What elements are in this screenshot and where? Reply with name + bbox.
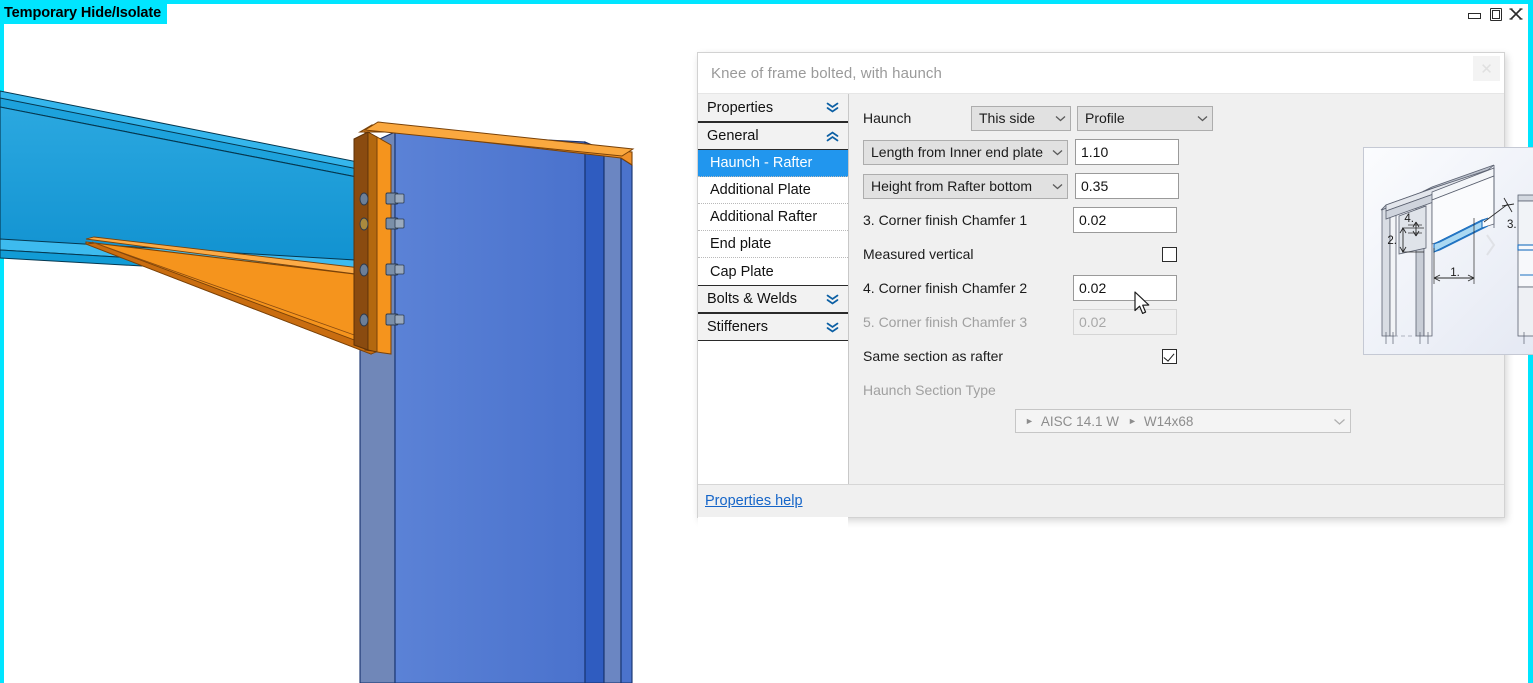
same-section-checkbox[interactable] [1162, 348, 1177, 364]
nav-item-end-plate[interactable]: End plate [698, 231, 848, 258]
haunch-side-value: This side [979, 110, 1036, 126]
isolate-border-top [0, 0, 1533, 4]
chamfer-2-label: 4. Corner finish Chamfer 2 [863, 280, 1028, 296]
nav-item-cap-plate[interactable]: Cap Plate [698, 258, 848, 285]
nav-item-label: Haunch - Rafter [710, 155, 813, 171]
measured-vertical-label: Measured vertical [863, 246, 974, 262]
chamfer-1-input[interactable]: 0.02 [1073, 207, 1177, 233]
row-haunch: Haunch This side Profile [849, 103, 1504, 133]
chamfer-3-label: 5. Corner finish Chamfer 3 [863, 314, 1028, 330]
nav-item-label: End plate [710, 236, 772, 252]
chamfer-2-value: 0.02 [1079, 280, 1107, 296]
callout-1: 1. [1450, 267, 1460, 279]
nav-group-properties-label: Properties [707, 99, 774, 116]
height-value-input[interactable]: 0.35 [1075, 173, 1179, 199]
nav-group-general[interactable]: General [698, 122, 848, 150]
section-catalog-value: AISC 14.1 W [1040, 413, 1119, 429]
properties-nav-tree: Properties General Haunch - Rafter Addit… [698, 94, 849, 683]
nav-group-stiffeners-label: Stiffeners [707, 319, 768, 335]
properties-help-link[interactable]: Properties help [705, 493, 803, 509]
chevron-down-icon [1052, 149, 1063, 156]
chevron-double-down-icon [826, 322, 839, 333]
chevron-down-icon [1333, 414, 1346, 429]
callout-3: 3. [1507, 219, 1517, 231]
chamfer-1-label: 3. Corner finish Chamfer 1 [863, 212, 1028, 228]
haunch-side-select[interactable]: This side [971, 105, 1071, 131]
callout-4: 4. [1404, 213, 1414, 225]
length-mode-value: Length from Inner end plate fac [871, 144, 1046, 160]
nav-item-additional-plate[interactable]: Additional Plate [698, 177, 848, 204]
haunch-section-select[interactable]: ► AISC 14.1 W ► W14x68 [1015, 409, 1351, 433]
model-3d-viewport[interactable] [0, 32, 700, 683]
chamfer-3-input: 0.02 [1073, 309, 1177, 335]
dialog-body: Properties General Haunch - Rafter Addit… [698, 94, 1533, 683]
dialog-close-icon[interactable]: ✕ [1473, 56, 1500, 81]
callout-2: 2. [1387, 235, 1397, 247]
haunch-label: Haunch [863, 110, 912, 126]
triangle-right-icon: ► [1025, 416, 1034, 426]
preview-drawing: 1. 2. 4. 3. [1380, 164, 1533, 344]
close-icon[interactable] [1509, 7, 1523, 21]
temporary-hide-isolate-tag[interactable]: Temporary Hide/Isolate [0, 4, 168, 24]
height-mode-value: Height from Rafter bottom [871, 178, 1033, 194]
haunch-preview-illustration: 1. 2. 4. 3. [1363, 147, 1533, 355]
dialog-titlebar: Knee of frame bolted, with haunch ✕ [698, 53, 1504, 94]
properties-dialog: Knee of frame bolted, with haunch ✕ Prop… [697, 52, 1533, 683]
properties-content-pane: Haunch This side Profile Length from Inn… [849, 94, 1533, 484]
length-mode-select[interactable]: Length from Inner end plate fac [863, 139, 1068, 165]
chamfer-3-value: 0.02 [1079, 314, 1107, 330]
chevron-double-down-icon [826, 294, 839, 305]
minimize-icon[interactable] [1467, 7, 1481, 21]
section-profile-value: W14x68 [1143, 413, 1194, 429]
nav-item-label: Additional Plate [710, 182, 811, 198]
nav-group-bolts-welds[interactable]: Bolts & Welds [698, 285, 848, 313]
chevron-down-icon [1197, 115, 1208, 122]
dialog-footer: Properties help [698, 484, 1504, 517]
same-section-label: Same section as rafter [863, 348, 1004, 364]
chamfer-2-input[interactable]: 0.02 [1073, 275, 1177, 301]
application-viewport: Temporary Hide/Isolate Knee of frame bol… [0, 0, 1533, 683]
nav-item-label: Additional Rafter [710, 209, 818, 225]
nav-group-stiffeners[interactable]: Stiffeners [698, 313, 848, 341]
haunch-type-select[interactable]: Profile [1077, 105, 1213, 131]
steel-connection-model [0, 90, 635, 683]
window-controls [1467, 7, 1523, 21]
nav-group-general-label: General [707, 128, 759, 144]
nav-item-label: Cap Plate [710, 263, 774, 280]
haunch-section-type-label: Haunch Section Type [863, 382, 996, 398]
nav-item-additional-rafter[interactable]: Additional Rafter [698, 204, 848, 231]
restore-icon[interactable] [1488, 7, 1502, 21]
length-value-input[interactable]: 1.10 [1075, 139, 1179, 165]
chevron-double-up-icon [826, 130, 839, 142]
length-value-text: 1.10 [1081, 144, 1109, 160]
haunch-type-value: Profile [1085, 110, 1125, 126]
triangle-right-icon: ► [1127, 416, 1137, 426]
height-mode-select[interactable]: Height from Rafter bottom [863, 173, 1068, 199]
nav-group-bolts-welds-label: Bolts & Welds [707, 291, 797, 307]
height-value-text: 0.35 [1081, 178, 1109, 194]
nav-group-properties[interactable]: Properties [698, 94, 848, 122]
panel-expand-chevron-icon[interactable] [1482, 232, 1498, 258]
chevron-double-down-icon [826, 102, 839, 113]
chamfer-1-value: 0.02 [1079, 212, 1107, 228]
measured-vertical-checkbox[interactable] [1162, 246, 1177, 262]
nav-item-haunch-rafter[interactable]: Haunch - Rafter [698, 150, 848, 177]
dialog-title: Knee of frame bolted, with haunch [711, 64, 942, 82]
chevron-down-icon [1052, 183, 1063, 190]
chevron-down-icon [1055, 115, 1066, 122]
row-haunch-section-type: Haunch Section Type [849, 375, 1504, 405]
